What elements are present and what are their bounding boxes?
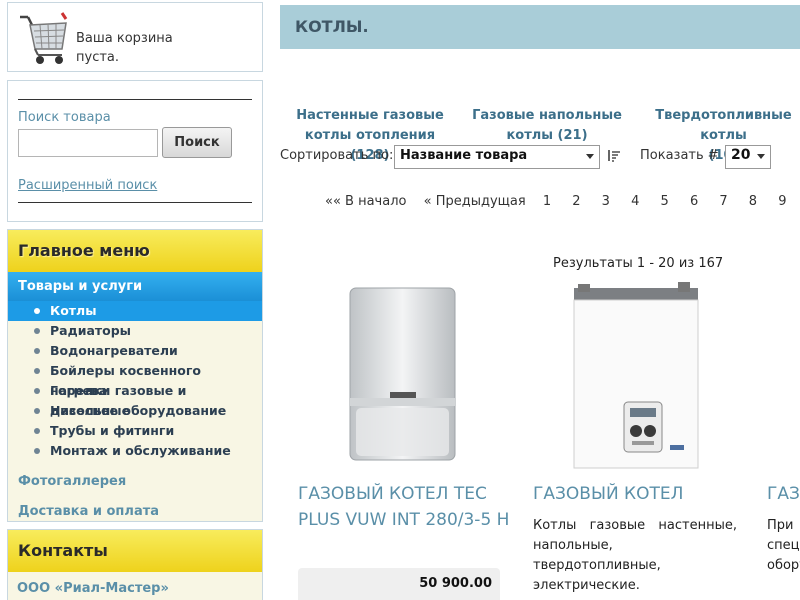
cart-module: Ваша корзина пуста. — [7, 2, 263, 72]
menu-item-products-services[interactable]: Товары и услуги — [8, 272, 262, 301]
bullet-icon — [34, 388, 40, 394]
product-title[interactable]: ГАЗОВЫЙ КОТЕЛ TEC PLUS VUW INT 280/3-5 H — [298, 481, 513, 533]
bullet-icon — [34, 408, 40, 414]
submenu-item-radiators[interactable]: Радиаторы — [8, 321, 262, 341]
pager-page[interactable]: 5 — [661, 194, 669, 209]
submenu: Котлы Радиаторы Водонагреватели Бойлеры … — [8, 301, 262, 461]
sort-select[interactable]: Название товара — [394, 145, 600, 169]
bullet-icon — [34, 448, 40, 454]
show-count-label: Показать # — [640, 148, 719, 163]
results-count: Результаты 1 - 20 из 167 — [553, 256, 724, 271]
search-label: Поиск товара — [18, 110, 111, 125]
category-label: Газовые напольные — [472, 108, 622, 123]
company-link[interactable]: ООО «Риал-Мастер» — [8, 572, 262, 600]
search-input[interactable] — [18, 129, 158, 157]
contacts-header: Контакты — [8, 530, 262, 572]
menu-item-delivery[interactable]: Доставка и оплата — [8, 497, 262, 527]
submenu-item-label: Водонагреватели — [50, 343, 178, 358]
search-module: Поиск товара Поиск Расширенный поиск — [7, 80, 263, 222]
product-title[interactable]: ГАЗОВЫЙ КОТЕЛ — [533, 481, 748, 507]
submenu-item-label: Котлы — [50, 303, 97, 318]
submenu-item-boilers[interactable]: Котлы — [8, 301, 262, 321]
pager-page[interactable]: 3 — [602, 194, 610, 209]
menu-item-gallery[interactable]: Фотогаллерея — [8, 467, 262, 497]
cart-status: Ваша корзина пуста. — [76, 29, 173, 67]
main-content: КОТЛЫ. Настенные газовые котлы отопления… — [280, 0, 800, 600]
bullet-icon — [34, 348, 40, 354]
advanced-search-link[interactable]: Расширенный поиск — [18, 178, 157, 193]
main-menu-header: Главное меню — [8, 230, 262, 272]
chevron-down-icon — [586, 154, 594, 159]
submenu-item-pipes[interactable]: Трубы и фитинги — [8, 421, 262, 441]
sort-select-value: Название товара — [400, 148, 528, 163]
product-description-line: специ — [767, 538, 800, 553]
main-menu: Главное меню Товары и услуги Котлы Радиа… — [7, 229, 263, 522]
submenu-item-indirect-boilers[interactable]: Бойлеры косвенного нагрева — [8, 361, 262, 398]
pager-first[interactable]: «« В начало — [325, 194, 406, 209]
show-count-select[interactable]: 20 — [725, 145, 771, 169]
pagination: «« В начало « Предыдущая 1 2 3 4 5 6 7 8… — [325, 194, 800, 209]
category-label: Твердотопливные котлы — [655, 108, 792, 143]
product-price: 50 900.00 — [298, 568, 500, 600]
submenu-item-burners[interactable]: Горелки газовые и дизельные — [8, 381, 262, 418]
product-description: Котлы газовые настенные, напольные, твер… — [533, 518, 737, 593]
bullet-icon — [34, 308, 40, 314]
category-label: Настенные газовые — [296, 108, 444, 123]
submenu-item-label: Радиаторы — [50, 323, 131, 338]
cart-status-line2: пуста. — [76, 50, 120, 65]
search-button[interactable]: Поиск — [162, 127, 232, 158]
product-description: При специ обору — [767, 516, 800, 576]
pager-page[interactable]: 4 — [631, 194, 639, 209]
contacts-module: Контакты ООО «Риал-Мастер» — [7, 529, 263, 600]
product-image-boiler[interactable] — [570, 280, 702, 472]
submenu-item-pumps[interactable]: Насосное оборудование — [8, 401, 262, 421]
submenu-item-label: Насосное оборудование — [50, 403, 227, 418]
pager-page[interactable]: 1 — [543, 194, 551, 209]
pager-page[interactable]: 8 — [749, 194, 757, 209]
shopping-cart-icon[interactable] — [18, 11, 70, 67]
bullet-icon — [34, 368, 40, 374]
chevron-down-icon — [757, 154, 765, 159]
sort-label: Сортировать по: — [280, 148, 394, 163]
category-label: котлы (21) — [506, 128, 588, 143]
sort-direction-icon[interactable] — [607, 148, 621, 162]
product-image-wall-boiler[interactable] — [340, 280, 465, 465]
pager-page[interactable]: 9 — [778, 194, 786, 209]
submenu-item-water-heaters[interactable]: Водонагреватели — [8, 341, 262, 361]
divider — [18, 99, 252, 100]
category-floor-gas-boilers[interactable]: Газовые напольные котлы (21) — [472, 106, 622, 146]
product-title[interactable]: ГАЗ — [767, 481, 800, 507]
bullet-icon — [34, 428, 40, 434]
pager-page[interactable]: 2 — [572, 194, 580, 209]
product-description-line: обору — [767, 558, 800, 573]
cart-status-line1: Ваша корзина — [76, 31, 173, 46]
page-title: КОТЛЫ. — [280, 5, 800, 49]
submenu-item-label: Монтаж и обслуживание — [50, 443, 231, 458]
submenu-item-label: Трубы и фитинги — [50, 423, 175, 438]
show-count-value: 20 — [731, 147, 751, 163]
pager-prev[interactable]: « Предыдущая — [424, 194, 526, 209]
pager-page[interactable]: 6 — [690, 194, 698, 209]
submenu-item-installation[interactable]: Монтаж и обслуживание — [8, 441, 262, 461]
divider — [18, 202, 252, 203]
bullet-icon — [34, 328, 40, 334]
product-description-line: При — [767, 518, 794, 533]
pager-page[interactable]: 7 — [719, 194, 727, 209]
